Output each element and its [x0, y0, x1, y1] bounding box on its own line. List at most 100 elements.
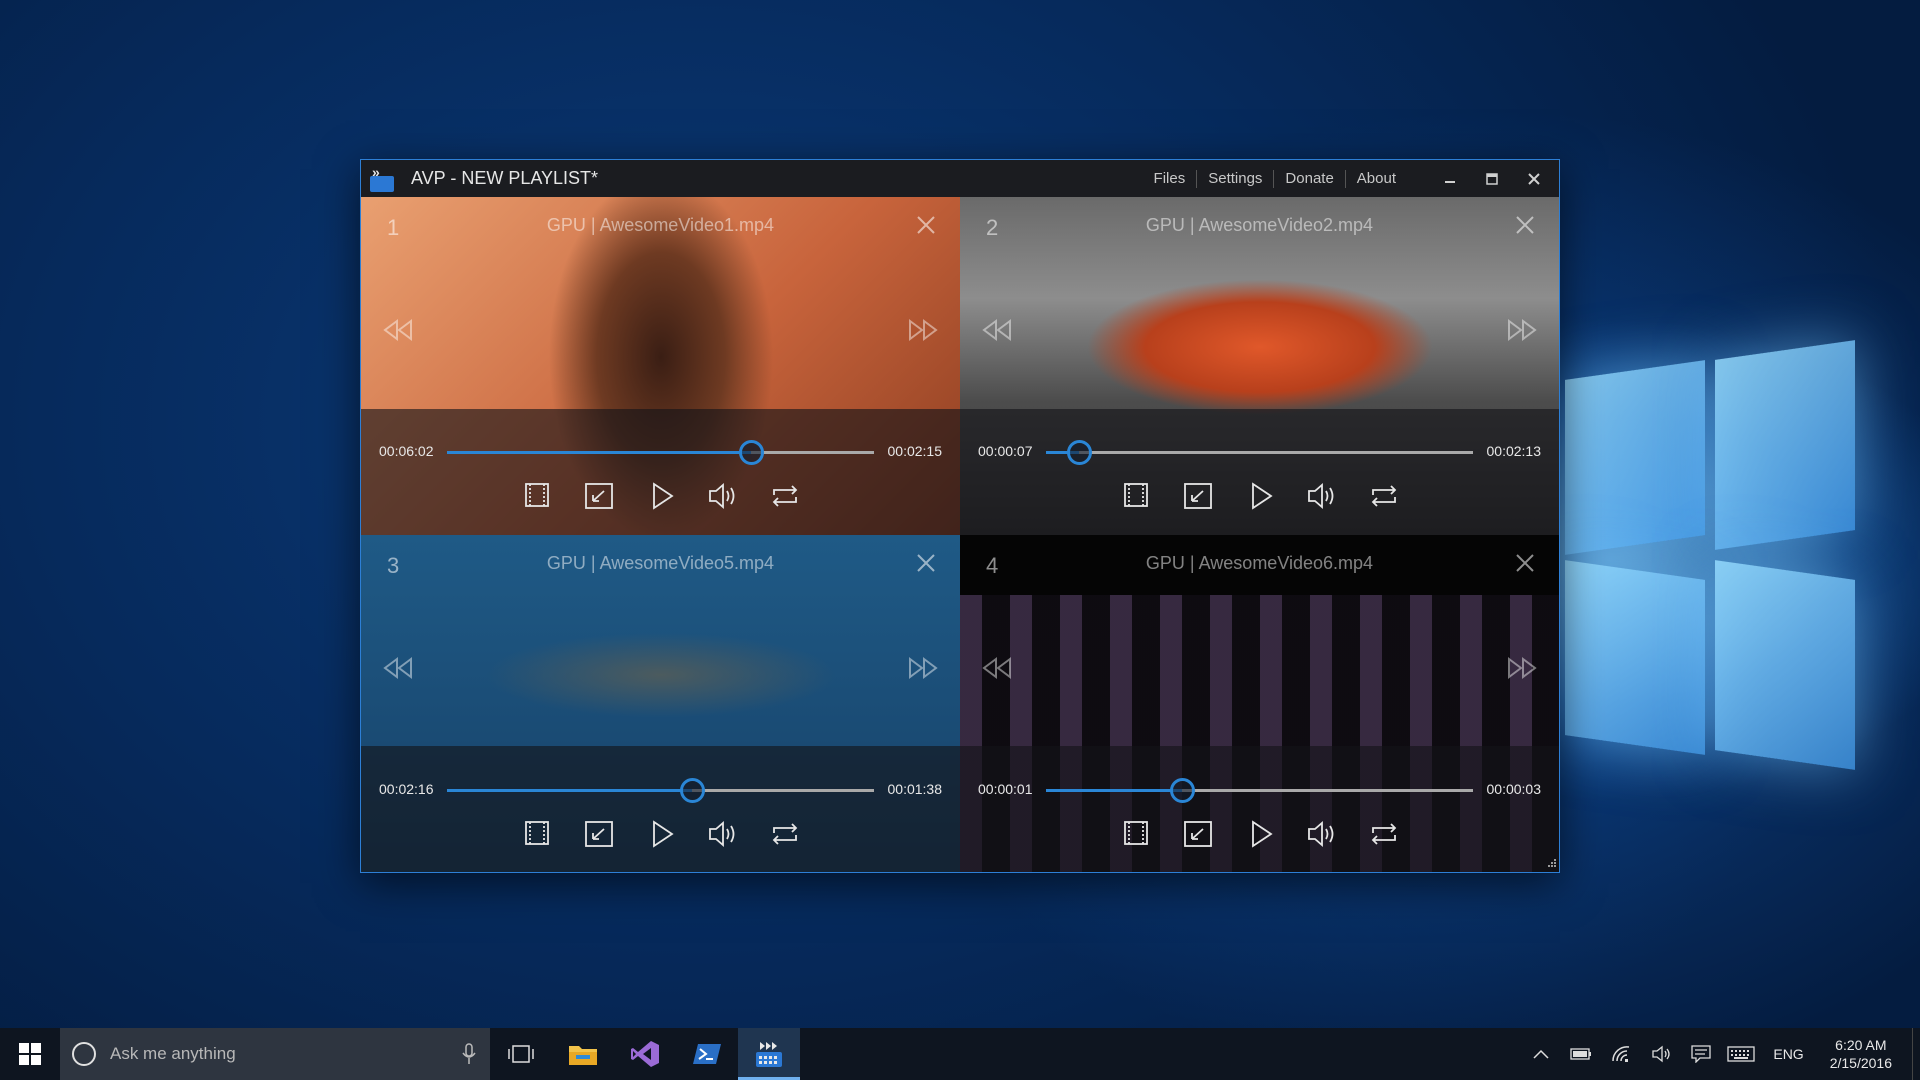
seek-bar[interactable]	[447, 778, 874, 803]
aspect-ratio-icon	[1123, 483, 1148, 507]
volume-control-button[interactable]	[1301, 479, 1343, 513]
title-bar[interactable]: » AVP - NEW PLAYLIST* Files Settings Don…	[361, 160, 1559, 197]
aspect-ratio-button[interactable]	[516, 817, 558, 851]
aspect-ratio-button[interactable]	[1115, 817, 1157, 851]
fullscreen-icon	[1183, 483, 1212, 509]
seek-row: 00:02:16 00:01:38	[361, 775, 960, 805]
close-video-button[interactable]	[912, 211, 940, 239]
repeat-button[interactable]	[764, 817, 806, 851]
logo-pane	[1565, 560, 1705, 755]
close-icon	[917, 554, 935, 572]
seek-row: 00:00:07 00:02:13	[960, 437, 1559, 467]
menu-settings[interactable]: Settings	[1197, 170, 1273, 187]
aspect-ratio-button[interactable]	[1115, 479, 1157, 513]
rewind-icon	[383, 319, 412, 341]
repeat-button[interactable]	[764, 479, 806, 513]
video-panel-2[interactable]: 2 GPU | AwesomeVideo2.mp4 00:00:07 00:02…	[960, 197, 1559, 535]
seek-thumb[interactable]	[1067, 440, 1093, 465]
fast-forward-button[interactable]	[906, 655, 940, 681]
fullscreen-button[interactable]	[1177, 479, 1219, 513]
fast-forward-button[interactable]	[1505, 317, 1539, 343]
fast-forward-button[interactable]	[906, 317, 940, 343]
app-logo-icon: »	[367, 164, 397, 194]
fullscreen-button[interactable]	[578, 817, 620, 851]
time-remaining: 00:02:15	[887, 443, 943, 459]
file-explorer-button[interactable]	[552, 1028, 614, 1080]
rewind-button[interactable]	[980, 317, 1014, 343]
seek-fill	[1046, 789, 1182, 792]
seek-bar[interactable]	[1046, 440, 1473, 465]
resize-grip-icon[interactable]	[1545, 858, 1557, 870]
volume-control-button[interactable]	[702, 817, 744, 851]
play-button[interactable]	[640, 479, 682, 513]
volume-button[interactable]	[1641, 1028, 1681, 1080]
app-window: » AVP - NEW PLAYLIST* Files Settings Don…	[360, 159, 1560, 873]
close-video-button[interactable]	[912, 549, 940, 577]
powershell-button[interactable]	[676, 1028, 738, 1080]
touch-keyboard-button[interactable]	[1721, 1028, 1761, 1080]
play-button[interactable]	[1239, 479, 1281, 513]
close-window-button[interactable]	[1513, 160, 1555, 197]
chevron-up-icon	[1533, 1049, 1549, 1059]
fullscreen-button[interactable]	[1177, 817, 1219, 851]
action-center-button[interactable]	[1681, 1028, 1721, 1080]
battery-button[interactable]	[1561, 1028, 1601, 1080]
time-elapsed: 00:00:07	[978, 443, 1033, 459]
input-language[interactable]: ENG	[1761, 1046, 1815, 1062]
video-title: GPU | AwesomeVideo2.mp4	[1145, 215, 1374, 235]
aspect-ratio-button[interactable]	[516, 479, 558, 513]
fast-forward-icon	[1508, 657, 1537, 679]
search-placeholder: Ask me anything	[110, 1044, 236, 1063]
menu-about[interactable]: About	[1346, 170, 1407, 187]
repeat-button[interactable]	[1363, 817, 1405, 851]
seek-row: 00:00:01 00:00:03	[960, 775, 1559, 805]
system-tray: ENG 6:20 AM 2/15/2016	[1521, 1028, 1920, 1080]
fast-forward-button[interactable]	[1505, 655, 1539, 681]
clock-date: 2/15/2016	[1829, 1055, 1892, 1071]
menu-donate[interactable]: Donate	[1274, 170, 1344, 187]
network-button[interactable]	[1601, 1028, 1641, 1080]
play-button[interactable]	[640, 817, 682, 851]
show-hidden-icons-button[interactable]	[1521, 1028, 1561, 1080]
rewind-icon	[383, 657, 412, 679]
close-icon	[917, 216, 935, 234]
rewind-button[interactable]	[980, 655, 1014, 681]
maximize-button[interactable]	[1471, 160, 1513, 197]
play-icon	[1251, 482, 1273, 510]
close-icon	[1516, 554, 1534, 572]
task-view-button[interactable]	[490, 1028, 552, 1080]
microphone-icon[interactable]	[462, 1043, 476, 1065]
menu-files[interactable]: Files	[1143, 170, 1197, 187]
visual-studio-button[interactable]	[614, 1028, 676, 1080]
seek-thumb[interactable]	[679, 778, 705, 803]
clock[interactable]: 6:20 AM 2/15/2016	[1816, 1036, 1906, 1072]
seek-thumb[interactable]	[1169, 778, 1195, 803]
show-desktop-button[interactable]	[1912, 1028, 1920, 1080]
close-video-button[interactable]	[1511, 211, 1539, 239]
search-box[interactable]: Ask me anything	[60, 1028, 490, 1080]
start-button[interactable]	[0, 1028, 60, 1080]
video-panel-3[interactable]: 3 GPU | AwesomeVideo5.mp4 00:02:16 00:01…	[361, 535, 960, 872]
seek-bar[interactable]	[1046, 778, 1473, 803]
rewind-button[interactable]	[381, 317, 415, 343]
wifi-icon	[1612, 1046, 1630, 1062]
time-elapsed: 00:02:16	[379, 781, 434, 797]
close-icon	[1516, 216, 1534, 234]
keyboard-icon	[1727, 1046, 1756, 1062]
video-panel-1[interactable]: 1 GPU | AwesomeVideo1.mp4 00:06:02 00:02…	[361, 197, 960, 535]
volume-control-button[interactable]	[1301, 817, 1343, 851]
fullscreen-button[interactable]	[578, 479, 620, 513]
seek-bar[interactable]	[447, 440, 874, 465]
avp-taskbar-button[interactable]	[738, 1028, 800, 1080]
play-button[interactable]	[1239, 817, 1281, 851]
close-video-button[interactable]	[1511, 549, 1539, 577]
seek-thumb[interactable]	[739, 440, 765, 465]
playback-controls	[361, 817, 960, 851]
windows-wallpaper-logo	[1565, 340, 1895, 800]
main-menu: Files Settings Donate About	[1143, 169, 1407, 188]
video-panel-4[interactable]: 4 GPU | AwesomeVideo6.mp4 00:00:01 00:00…	[960, 535, 1559, 872]
minimize-button[interactable]	[1429, 160, 1471, 197]
repeat-button[interactable]	[1363, 479, 1405, 513]
volume-control-button[interactable]	[702, 479, 744, 513]
rewind-button[interactable]	[381, 655, 415, 681]
